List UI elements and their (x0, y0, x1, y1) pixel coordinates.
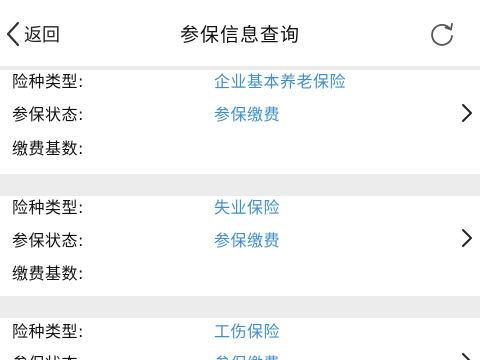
navigation-bar: 返回 参保信息查询 (0, 0, 480, 66)
record-row-status: 参保状态: 参保缴费 (0, 229, 480, 253)
insurance-status-label: 参保状态: (12, 231, 84, 250)
record-row-payment-base: 缴费基数: (0, 137, 480, 161)
chevron-right-icon (460, 228, 474, 248)
insurance-record-card[interactable]: 险种类型: 失业保险 参保状态: 参保缴费 缴费基数: (0, 196, 480, 296)
insurance-type-value: 失业保险 (214, 198, 281, 217)
insurance-type-label: 险种类型: (12, 322, 84, 341)
record-row-insurance-type: 险种类型: 企业基本养老保险 (0, 70, 480, 94)
insurance-status-value: 参保缴费 (214, 231, 281, 250)
insurance-status-label: 参保状态: (12, 105, 84, 124)
section-divider (0, 296, 480, 318)
insurance-type-label: 险种类型: (12, 72, 84, 91)
payment-base-label: 缴费基数: (12, 139, 84, 158)
insurance-status-value: 参保缴费 (214, 352, 280, 360)
insurance-status-label: 参保状态: (12, 352, 84, 360)
chevron-right-icon (460, 352, 474, 360)
insurance-record-card[interactable]: 险种类型: 企业基本养老保险 参保状态: 参保缴费 缴费基数: (0, 70, 480, 174)
refresh-button[interactable] (428, 20, 456, 48)
payment-base-label: 缴费基数: (12, 264, 84, 283)
insurance-record-card[interactable]: 险种类型: 工伤保险 参保状态: 参保缴费 (0, 318, 480, 360)
chevron-right-icon (460, 103, 474, 123)
insurance-type-value: 企业基本养老保险 (214, 72, 347, 91)
page-title: 参保信息查询 (179, 24, 300, 46)
record-row-insurance-type: 险种类型: 失业保险 (0, 196, 480, 220)
insurance-type-value: 工伤保险 (214, 322, 281, 341)
insurance-status-value: 参保缴费 (214, 105, 281, 124)
insurance-type-label: 险种类型: (12, 198, 84, 217)
record-row-payment-base: 缴费基数: (0, 262, 480, 286)
record-row-status: 参保状态: 参保缴费 (0, 352, 480, 360)
refresh-icon (428, 20, 456, 48)
record-row-status: 参保状态: 参保缴费 (0, 103, 480, 127)
record-row-insurance-type: 险种类型: 工伤保险 (0, 320, 480, 344)
section-divider (0, 174, 480, 196)
